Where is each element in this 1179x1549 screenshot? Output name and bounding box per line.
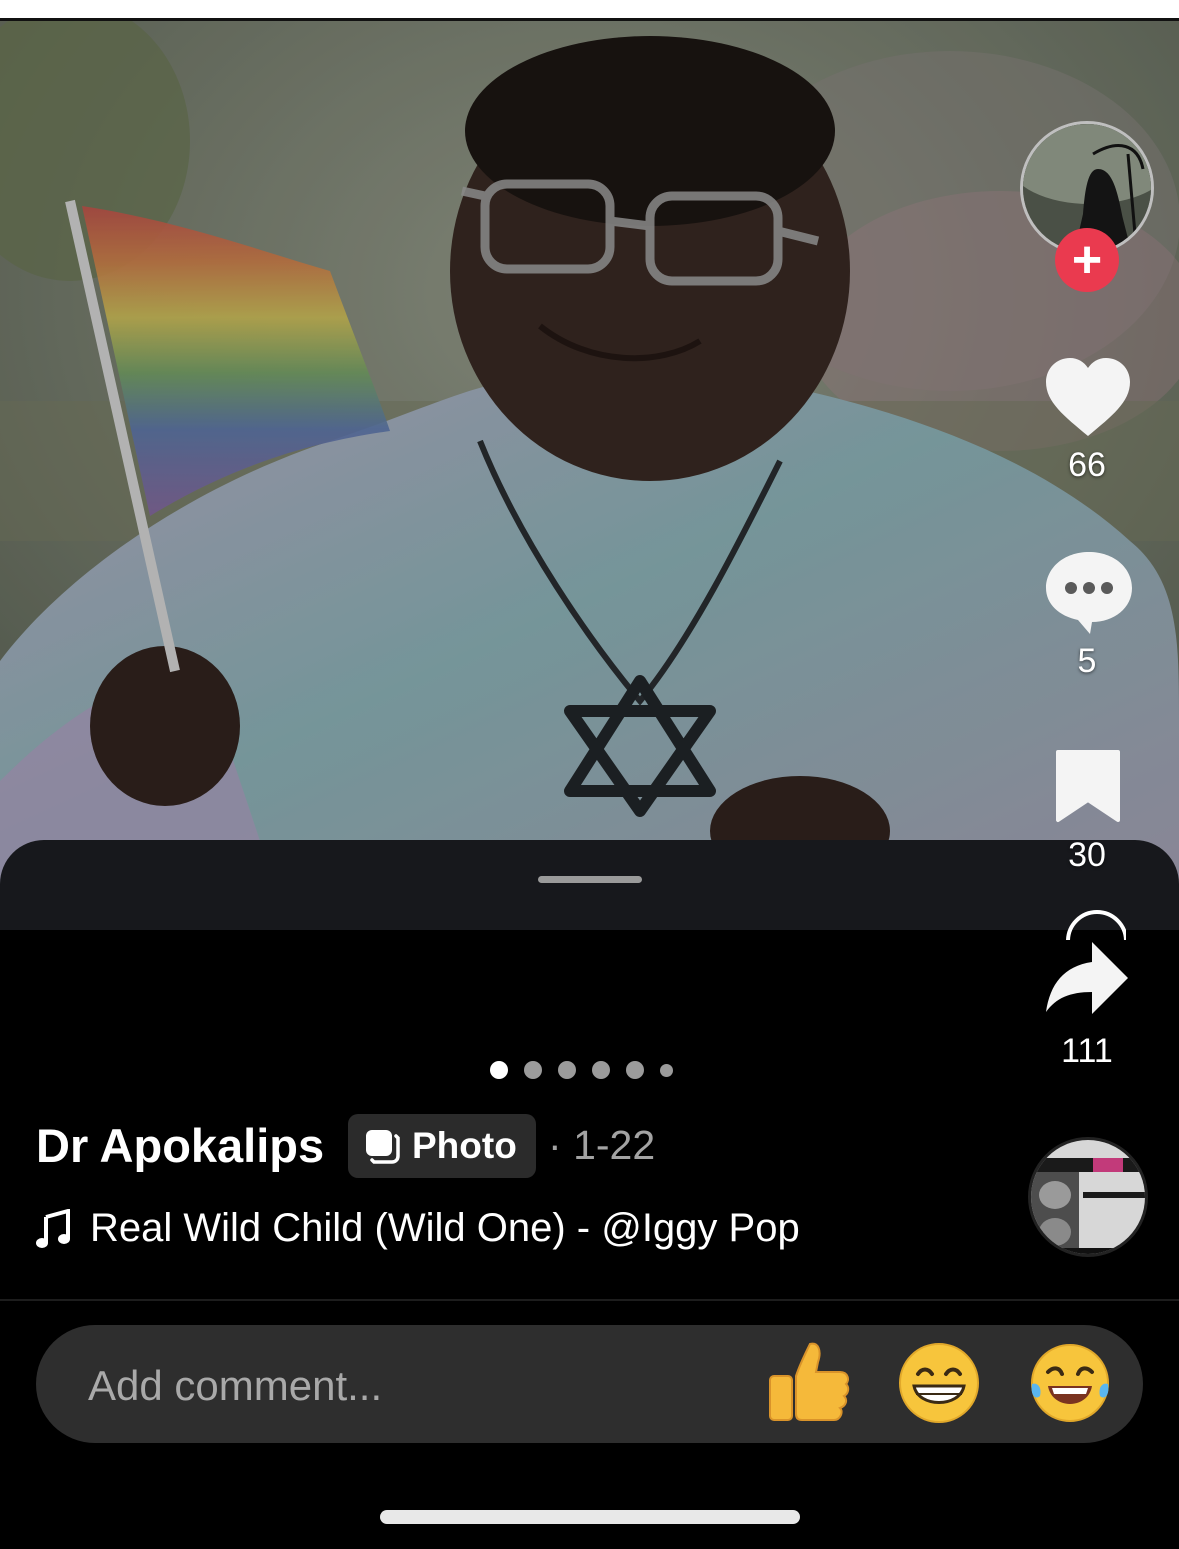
pager-dot[interactable]: [524, 1061, 542, 1079]
photo-type-badge: Photo: [348, 1114, 536, 1178]
bookmark-icon[interactable]: [1054, 748, 1122, 824]
follow-button[interactable]: +: [1055, 228, 1119, 292]
author-name[interactable]: Dr Apokalips: [36, 1118, 324, 1173]
divider: [0, 1299, 1179, 1301]
pager-dot[interactable]: [558, 1061, 576, 1079]
bottom-sheet[interactable]: [0, 840, 1179, 930]
comment-input[interactable]: [88, 1360, 708, 1412]
pager-dot[interactable]: [660, 1063, 673, 1077]
repost-icon[interactable]: [1066, 910, 1126, 940]
comment-count: 5: [1077, 642, 1097, 680]
pager-dot[interactable]: [490, 1061, 508, 1079]
share-count: 111: [1061, 1032, 1113, 1070]
music-note-icon: [36, 1208, 70, 1248]
grinning-emoji-button[interactable]: [898, 1342, 980, 1424]
post-photo-illustration: [0, 21, 1179, 925]
post-date: · 1-22: [548, 1122, 655, 1169]
heart-icon[interactable]: [1044, 358, 1132, 438]
pager-dot[interactable]: [626, 1061, 644, 1079]
share-icon[interactable]: [1042, 940, 1130, 1020]
photo-stack-icon: [366, 1130, 400, 1164]
home-indicator: [380, 1510, 800, 1524]
photo-badge-label: Photo: [412, 1125, 517, 1166]
thumbs-up-emoji-button[interactable]: [766, 1340, 850, 1424]
bookmark-count: 30: [1068, 836, 1106, 874]
like-count: 66: [1068, 446, 1106, 484]
sheet-drag-handle[interactable]: [538, 876, 642, 883]
music-disc[interactable]: [1028, 1137, 1148, 1257]
music-link[interactable]: Real Wild Child (Wild One) - @Iggy Pop: [36, 1206, 800, 1251]
music-title: Real Wild Child (Wild One) - @Iggy Pop: [90, 1206, 800, 1250]
photo-pager[interactable]: [490, 1060, 673, 1080]
tears-of-joy-emoji-button[interactable]: [1028, 1342, 1112, 1424]
comment-icon[interactable]: [1044, 550, 1134, 634]
date-separator: ·: [548, 1122, 562, 1168]
date-value: 1-22: [573, 1122, 656, 1168]
status-strip: [0, 0, 1179, 18]
post-photo[interactable]: [0, 21, 1179, 925]
plus-icon: +: [1071, 231, 1103, 289]
pager-dot[interactable]: [592, 1061, 610, 1079]
